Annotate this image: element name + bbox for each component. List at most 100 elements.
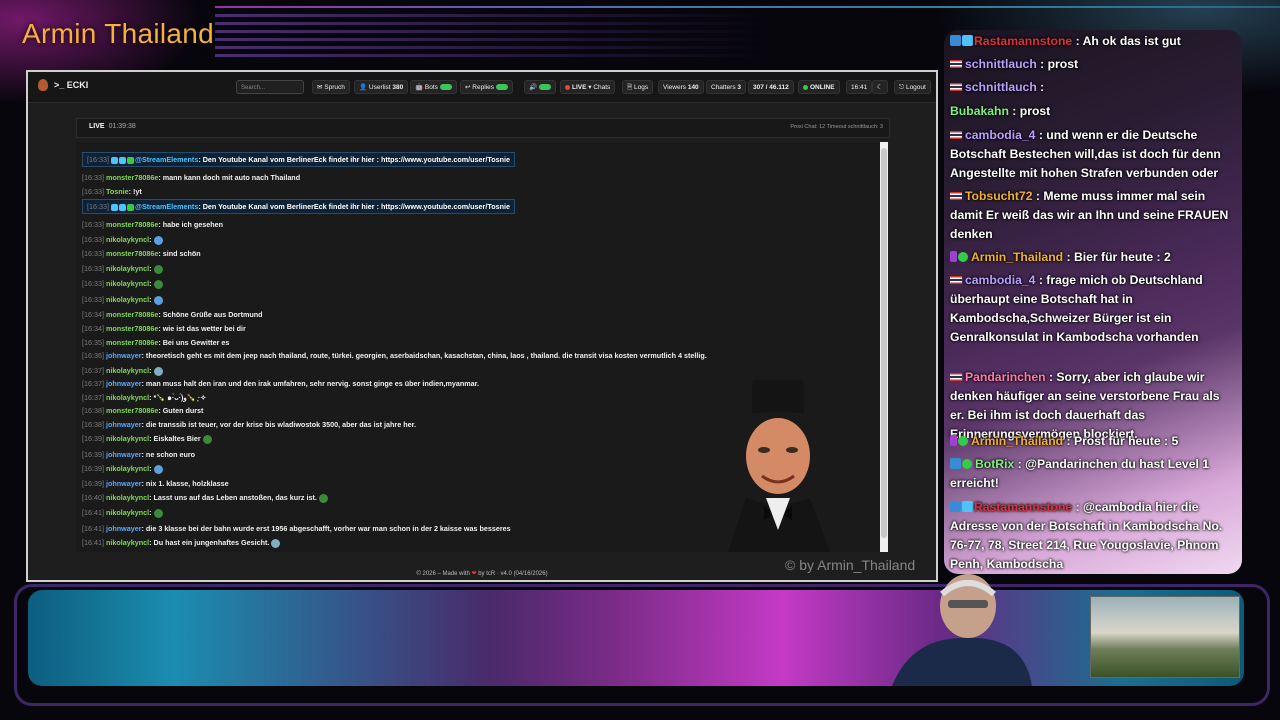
message-text: : habe ich gesehen (158, 220, 224, 229)
footer-version: by tcR · v4.0 (04/16/2026) (478, 571, 548, 577)
clock: 16:41 (846, 80, 873, 94)
verified-icon (958, 252, 968, 262)
live-label: LIVE (572, 84, 587, 91)
replies-toggle[interactable]: ↩ Replies (460, 80, 513, 94)
message-username[interactable]: johnwayer (106, 379, 142, 388)
message-username[interactable]: @StreamElements (135, 202, 198, 211)
userlist-button[interactable]: 👤 Userlist 380 (354, 80, 409, 94)
overlay-message-text: : Bier für heute : 2 (1063, 250, 1171, 264)
search-input[interactable]: Search... (236, 80, 304, 94)
chat-message: [16:33] monster78086e: habe ich gesehen (82, 220, 223, 229)
message-timestamp: [16:40] (82, 493, 104, 502)
chat-message: [16:33] nikolaykyncl: (82, 279, 163, 289)
spruch-button[interactable]: ✉ Spruch (312, 80, 350, 94)
overlay-username: Pandarinchen (965, 370, 1046, 384)
message-text: : Lasst uns auf das Leben anstoßen, das … (149, 493, 317, 502)
emote-icon (153, 464, 163, 474)
overlay-username: schnittlauch (965, 57, 1037, 71)
message-username[interactable]: monster78086e (106, 249, 158, 258)
logout-button[interactable]: ⎋ Logout (894, 80, 931, 94)
message-text: : (149, 295, 152, 304)
message-text: : (149, 464, 152, 473)
message-timestamp: [16:39] (82, 464, 104, 473)
overlay-username: Tobsucht72 (965, 189, 1033, 203)
chat-message: [16:34] monster78086e: Schöne Grüße aus D… (82, 310, 263, 319)
tts-toggle[interactable]: 🔊 (524, 80, 557, 94)
message-username[interactable]: monster78086e (106, 406, 158, 415)
streamer-webcam (892, 574, 1032, 686)
neon-line (215, 6, 1280, 8)
message-username[interactable]: monster78086e (106, 220, 158, 229)
bots-toggle[interactable]: 🤖 Bots (410, 80, 457, 94)
message-username[interactable]: nikolaykyncl (106, 508, 149, 517)
message-timestamp: [16:33] (82, 249, 104, 258)
message-username[interactable]: monster78086e (106, 310, 158, 319)
message-timestamp: [16:41] (82, 524, 104, 533)
overlay-chat-message: Rastamannstone : @cambodia hier die Adre… (950, 498, 1236, 574)
scrollbar-thumb[interactable] (881, 148, 887, 538)
message-username[interactable]: nikolaykyncl (106, 366, 149, 375)
chatters-label: Chatters (711, 84, 736, 91)
message-timestamp: [16:34] (82, 310, 104, 319)
message-username[interactable]: nikolaykyncl (106, 295, 149, 304)
thai-flag-icon (950, 131, 962, 139)
message-username[interactable]: nikolaykyncl (106, 279, 149, 288)
theme-toggle-button[interactable]: ☾ (872, 80, 888, 94)
logout-label: Logout (905, 84, 926, 91)
message-text: : man muss halt den iran und den irak um… (141, 379, 480, 388)
message-username[interactable]: johnwayer (106, 479, 142, 488)
heart-icon: ❤ (471, 571, 477, 577)
logs-button[interactable]: 🗎 Logs (622, 80, 654, 94)
message-timestamp: [16:33] (82, 187, 104, 196)
overlay-chat-message: cambodia_4 : und wenn er die Deutsche Bo… (950, 126, 1236, 183)
footer-text: © 2026 – Made with (416, 571, 470, 577)
overlay-chat-message: Tobsucht72 : Meme muss immer mal sein da… (950, 187, 1236, 244)
portrait-painting (728, 380, 830, 552)
message-timestamp: [16:35] (82, 338, 104, 347)
scrollbar[interactable] (880, 142, 888, 552)
online-label: ONLINE (810, 84, 835, 91)
message-text: : (149, 235, 152, 244)
verified-icon (126, 203, 134, 211)
message-username[interactable]: johnwayer (106, 524, 142, 533)
message-username[interactable]: nikolaykyncl (106, 434, 149, 443)
message-username[interactable]: nikolaykyncl (106, 493, 149, 502)
followers-count: 307 / 46.112 (753, 84, 789, 91)
message-username[interactable]: Tosnie (106, 187, 129, 196)
toggle-switch-icon (495, 84, 508, 91)
brand[interactable]: >_ ECKI (38, 79, 88, 91)
chat-message: [16:33] @StreamElements: Den Youtube Kana… (82, 152, 515, 167)
message-username[interactable]: monster78086e (106, 338, 158, 347)
message-timestamp: [16:39] (82, 479, 104, 488)
message-text: : (149, 366, 152, 375)
message-username[interactable]: johnwayer (106, 450, 142, 459)
live-chats-button[interactable]: LIVE ▾ Chats (560, 80, 616, 94)
badge-icon (118, 156, 126, 164)
message-username[interactable]: monster78086e (106, 324, 158, 333)
online-status: ONLINE (798, 80, 840, 94)
message-username[interactable]: johnwayer (106, 351, 142, 360)
chatters-count: 3 (737, 84, 742, 91)
message-username[interactable]: nikolaykyncl (106, 235, 149, 244)
message-username[interactable]: nikolaykyncl (106, 393, 149, 402)
message-username[interactable]: nikolaykyncl (106, 538, 149, 547)
chats-label: Chats (593, 84, 611, 91)
message-username[interactable]: nikolaykyncl (106, 264, 149, 273)
thai-flag-icon (950, 83, 962, 91)
message-username[interactable]: @StreamElements (135, 155, 198, 164)
chat-message: [16:33] nikolaykyncl: (82, 264, 163, 274)
message-username[interactable]: nikolaykyncl (106, 464, 149, 473)
chat-message: [16:37] nikolaykyncl: *🍾 ๑·̀ᴗ·́)و🍾 ·̩͙✧ (82, 393, 206, 404)
message-timestamp: [16:33] (82, 295, 104, 304)
overlay-username: cambodia_4 (965, 128, 1036, 142)
message-timestamp: [16:33] (87, 202, 109, 211)
message-username[interactable]: johnwayer (106, 420, 142, 429)
chat-message: [16:37] nikolaykyncl: (82, 366, 163, 376)
bot-badge-icon (950, 458, 961, 469)
thai-flag-icon (950, 276, 962, 284)
badge-icon (110, 203, 118, 211)
message-username[interactable]: monster78086e (106, 173, 158, 182)
message-timestamp: [16:33] (82, 220, 104, 229)
emote-icon (153, 279, 163, 289)
top-navbar: >_ ECKI Search... ✉ Spruch 👤 Userlist 38… (28, 72, 936, 103)
